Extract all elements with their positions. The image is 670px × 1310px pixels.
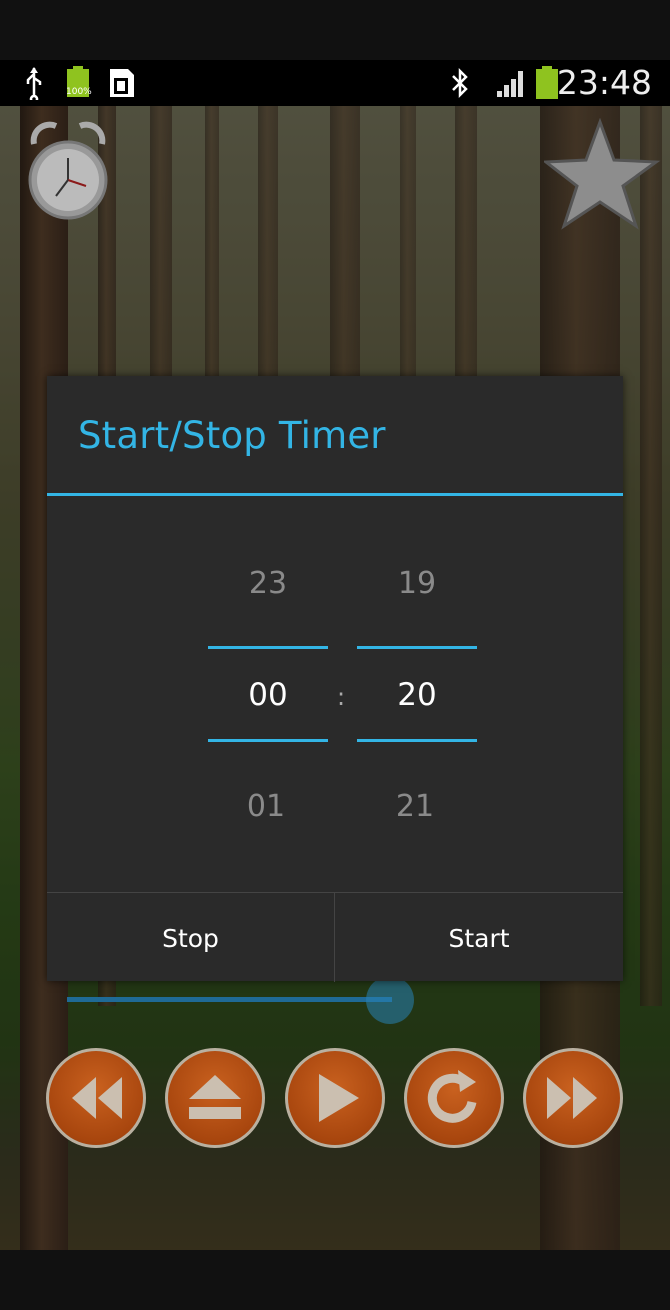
signal-icon xyxy=(494,60,528,106)
play-button[interactable] xyxy=(285,1048,385,1148)
rewind-icon xyxy=(72,1077,122,1119)
hour-current[interactable]: 00 xyxy=(208,677,328,713)
clock-time: 23:48 xyxy=(556,63,652,102)
battery-percent-label: 100% xyxy=(66,87,92,97)
rewind-button[interactable] xyxy=(46,1048,146,1148)
fast-forward-icon xyxy=(547,1077,597,1119)
minute-next[interactable]: 21 xyxy=(355,789,475,824)
dialog-title: Start/Stop Timer xyxy=(78,414,386,457)
eject-icon xyxy=(189,1075,241,1119)
dialog-buttons: Stop Start xyxy=(47,892,623,982)
bluetooth-icon xyxy=(447,60,473,106)
eject-button[interactable] xyxy=(165,1048,265,1148)
minute-prev[interactable]: 19 xyxy=(357,566,477,601)
sd-card-icon xyxy=(107,60,137,106)
fast-forward-button[interactable] xyxy=(523,1048,623,1148)
bottom-inset xyxy=(0,1250,670,1310)
hour-top-line xyxy=(208,646,328,649)
battery-full-icon: 100% xyxy=(64,60,92,106)
top-inset xyxy=(0,0,670,60)
timer-dialog: Start/Stop Timer 23 00 01 : 19 20 21 Sto… xyxy=(47,376,623,982)
progress-thumb[interactable] xyxy=(366,976,414,1024)
repeat-button[interactable] xyxy=(404,1048,504,1148)
hour-next[interactable]: 01 xyxy=(206,789,326,824)
repeat-icon xyxy=(427,1070,477,1123)
alarm-clock-icon[interactable] xyxy=(22,116,114,232)
progress-track[interactable] xyxy=(67,997,392,1002)
star-icon[interactable] xyxy=(541,117,664,234)
minute-current[interactable]: 20 xyxy=(357,677,477,713)
stop-button[interactable]: Stop xyxy=(47,893,334,982)
play-icon xyxy=(319,1074,359,1122)
title-divider xyxy=(47,493,623,496)
hour-bottom-line xyxy=(208,739,328,742)
minute-top-line xyxy=(357,646,477,649)
hour-prev[interactable]: 23 xyxy=(208,566,328,601)
start-button[interactable]: Start xyxy=(335,893,623,982)
status-bar: 100% 23:48 xyxy=(0,60,670,106)
usb-icon xyxy=(20,60,48,106)
minute-bottom-line xyxy=(357,739,477,742)
time-separator: : xyxy=(337,683,346,711)
